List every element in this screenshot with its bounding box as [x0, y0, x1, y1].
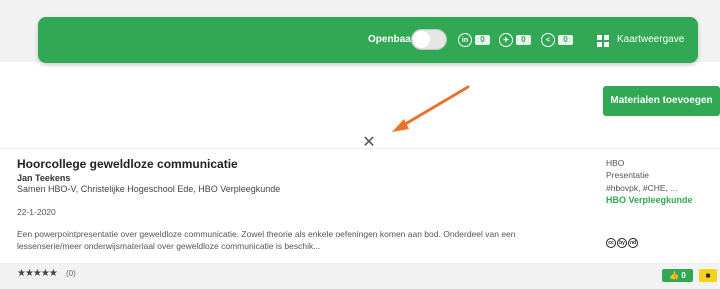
no-derivatives-icon: nd [628, 238, 638, 248]
map-view-link[interactable]: Kaartweergave [617, 34, 684, 45]
material-organisation[interactable]: HBO Verpleegkunde [606, 195, 693, 205]
share-link[interactable]: < 0 [541, 33, 573, 47]
public-label: Openbaar [368, 34, 415, 45]
material-level: HBO [606, 158, 625, 168]
material-description: Een powerpointpresentatie over geweldloz… [17, 229, 516, 251]
save-button[interactable]: ■ [699, 269, 717, 282]
twitter-count: 0 [516, 35, 531, 45]
material-type: Presentatie [606, 170, 649, 180]
material-title[interactable]: Hoorcollege geweldloze communicatie [17, 157, 238, 171]
license-icons: cc by nd [606, 238, 638, 248]
thumbs-up-icon: 👍 [669, 271, 680, 280]
like-count: 0 [681, 271, 686, 280]
close-icon[interactable]: ✕ [361, 135, 377, 151]
share-icon: < [541, 33, 555, 47]
bookmark-icon: ■ [705, 271, 711, 280]
twitter-icon: ✈ [499, 33, 513, 47]
like-button[interactable]: 👍 0 [662, 269, 693, 282]
cc-license-icon: cc [606, 238, 616, 248]
material-author: Jan Teekens [17, 173, 71, 183]
linkedin-share[interactable]: in 0 [458, 33, 490, 47]
linkedin-count: 0 [475, 35, 490, 45]
attribution-icon: by [617, 238, 627, 248]
add-materials-button[interactable]: Materialen toevoegen [603, 86, 720, 116]
card-footer [0, 263, 720, 289]
star-rating[interactable]: ★★★★★ [17, 268, 58, 279]
twitter-share[interactable]: ✈ 0 [499, 33, 531, 47]
grid-view-icon[interactable] [597, 35, 609, 47]
public-toggle[interactable] [411, 29, 447, 50]
toggle-knob [413, 31, 430, 48]
linkedin-icon: in [458, 33, 472, 47]
material-tags: #hbovpk, #CHE, ... [606, 183, 678, 193]
share-count: 0 [558, 35, 573, 45]
material-organisations: Samen HBO-V, Christelijke Hogeschool Ede… [17, 184, 281, 194]
rating-count: (0) [66, 269, 76, 278]
material-date: 22-1-2020 [17, 207, 56, 217]
